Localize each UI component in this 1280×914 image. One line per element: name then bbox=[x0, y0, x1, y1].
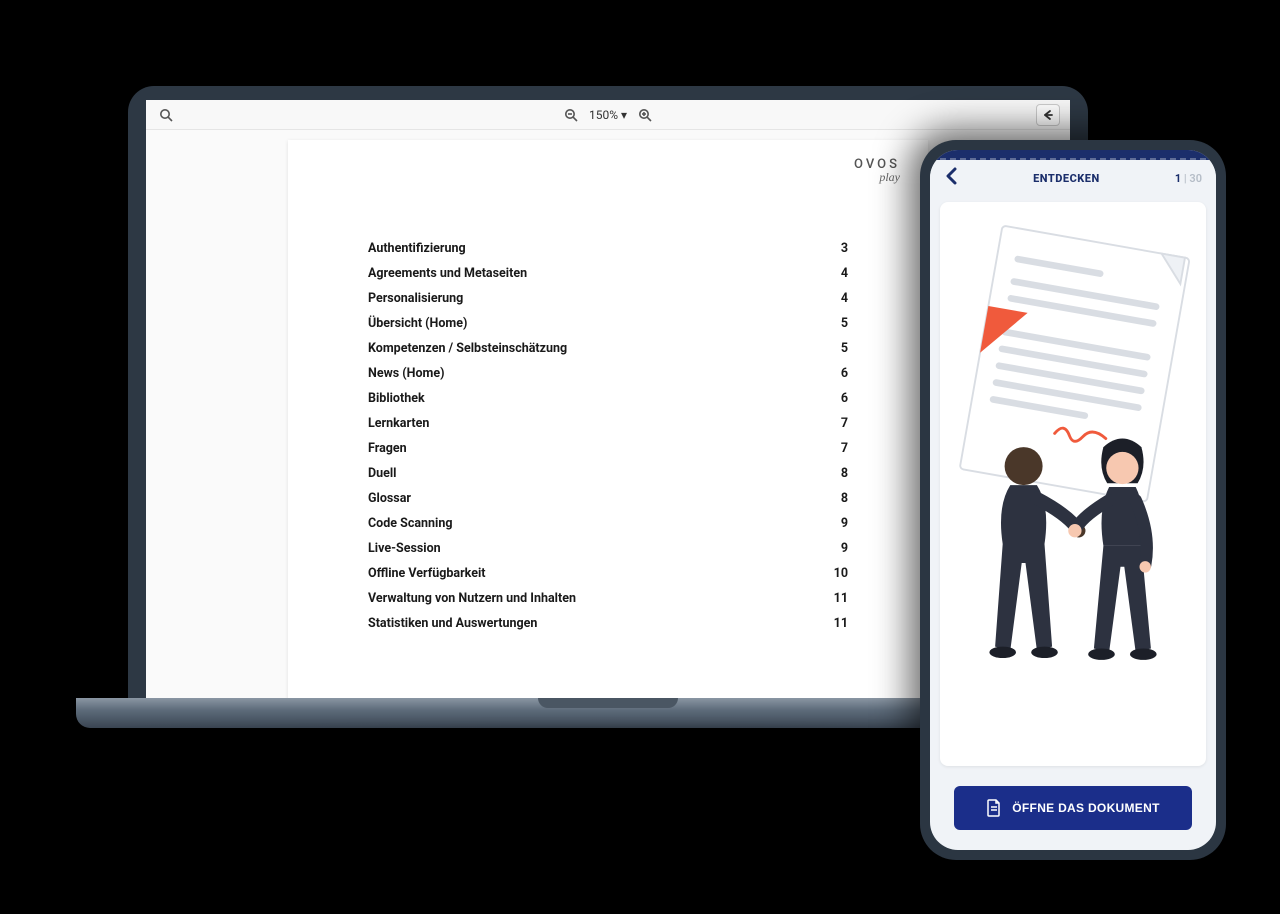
toc-page: 9 bbox=[841, 516, 848, 531]
toc-page: 4 bbox=[841, 266, 848, 281]
cta-label: ÖFFNE DAS DOKUMENT bbox=[1012, 801, 1159, 815]
toc-row[interactable]: Übersicht (Home) 5 bbox=[368, 311, 848, 336]
toc-title: Code Scanning bbox=[368, 516, 453, 531]
toc-page: 3 bbox=[841, 241, 848, 256]
toc-title: Authentifizierung bbox=[368, 241, 466, 256]
pdf-toolbar: 150% ▾ bbox=[146, 100, 1070, 130]
toc-row[interactable]: Authentifizierung 3 bbox=[368, 236, 848, 261]
screen-title: ENTDECKEN bbox=[958, 172, 1175, 185]
toc-title: Glossar bbox=[368, 491, 411, 506]
toc-page: 9 bbox=[841, 541, 848, 556]
toc-row[interactable]: Offline Verfügbarkeit 10 bbox=[368, 561, 848, 586]
toc-row[interactable]: Glossar 8 bbox=[368, 486, 848, 511]
toc-page: 5 bbox=[841, 341, 848, 356]
toc-page: 8 bbox=[841, 466, 848, 481]
toc-title: Kompetenzen / Selbsteinschätzung bbox=[368, 341, 567, 356]
toc-page: 11 bbox=[834, 616, 848, 631]
toc-title: Übersicht (Home) bbox=[368, 316, 467, 331]
toc-row[interactable]: News (Home) 6 bbox=[368, 361, 848, 386]
zoom-level[interactable]: 150% ▾ bbox=[589, 108, 627, 122]
toc-page: 5 bbox=[841, 316, 848, 331]
progress-strip bbox=[930, 150, 1216, 160]
zoom-out-icon[interactable] bbox=[561, 105, 581, 125]
toc-page: 6 bbox=[841, 366, 848, 381]
toc-title: Bibliothek bbox=[368, 391, 425, 406]
toc-title: Duell bbox=[368, 466, 397, 481]
phone-screen: ENTDECKEN 1 | 30 bbox=[930, 150, 1216, 850]
back-button[interactable] bbox=[1036, 104, 1060, 126]
toc-title: Verwaltung von Nutzern und Inhalten bbox=[368, 591, 576, 606]
toc-page: 7 bbox=[841, 441, 848, 456]
toc-page: 8 bbox=[841, 491, 848, 506]
zoom-in-icon[interactable] bbox=[635, 105, 655, 125]
toc-row[interactable]: Statistiken und Auswertungen 11 bbox=[368, 611, 848, 636]
phone-header: ENTDECKEN 1 | 30 bbox=[930, 160, 1216, 196]
toc-title: Personalisierung bbox=[368, 291, 463, 306]
table-of-contents: Authentifizierung 3 Agreements und Metasei… bbox=[368, 236, 848, 636]
document-icon bbox=[986, 799, 1002, 817]
toc-row[interactable]: Kompetenzen / Selbsteinschätzung 5 bbox=[368, 336, 848, 361]
toc-page: 11 bbox=[834, 591, 848, 606]
toc-row[interactable]: Lernkarten 7 bbox=[368, 411, 848, 436]
back-chevron-icon[interactable] bbox=[944, 166, 958, 190]
toc-row[interactable]: Live-Session 9 bbox=[368, 536, 848, 561]
toc-title: Agreements und Metaseiten bbox=[368, 266, 527, 281]
brand-logo: OVOS play bbox=[854, 158, 900, 183]
toc-title: News (Home) bbox=[368, 366, 445, 381]
content-card bbox=[940, 202, 1206, 766]
open-document-button[interactable]: ÖFFNE DAS DOKUMENT bbox=[954, 786, 1192, 830]
toc-page: 7 bbox=[841, 416, 848, 431]
phone-bezel: ENTDECKEN 1 | 30 bbox=[920, 140, 1226, 860]
toc-row[interactable]: Code Scanning 9 bbox=[368, 511, 848, 536]
toc-page: 6 bbox=[841, 391, 848, 406]
brand-subtitle: play bbox=[854, 171, 900, 183]
toc-title: Statistiken und Auswertungen bbox=[368, 616, 537, 631]
progress-count: 1 | 30 bbox=[1175, 172, 1202, 185]
search-icon[interactable] bbox=[156, 105, 176, 125]
toc-row[interactable]: Verwaltung von Nutzern und Inhalten 11 bbox=[368, 586, 848, 611]
toc-page: 10 bbox=[834, 566, 848, 581]
handshake-illustration bbox=[940, 202, 1206, 734]
toc-row[interactable]: Agreements und Metaseiten 4 bbox=[368, 261, 848, 286]
toc-row[interactable]: Bibliothek 6 bbox=[368, 386, 848, 411]
chevron-down-icon: ▾ bbox=[621, 108, 627, 122]
document-page: OVOS play Authentifizierung 3 Agreements u… bbox=[288, 140, 928, 698]
toc-title: Lernkarten bbox=[368, 416, 429, 431]
toc-title: Fragen bbox=[368, 441, 407, 456]
toc-row[interactable]: Duell 8 bbox=[368, 461, 848, 486]
toc-title: Offline Verfügbarkeit bbox=[368, 566, 486, 581]
toc-page: 4 bbox=[841, 291, 848, 306]
toc-row[interactable]: Fragen 7 bbox=[368, 436, 848, 461]
toc-row[interactable]: Personalisierung 4 bbox=[368, 286, 848, 311]
toc-title: Live-Session bbox=[368, 541, 441, 556]
phone-mockup: ENTDECKEN 1 | 30 bbox=[920, 140, 1226, 860]
